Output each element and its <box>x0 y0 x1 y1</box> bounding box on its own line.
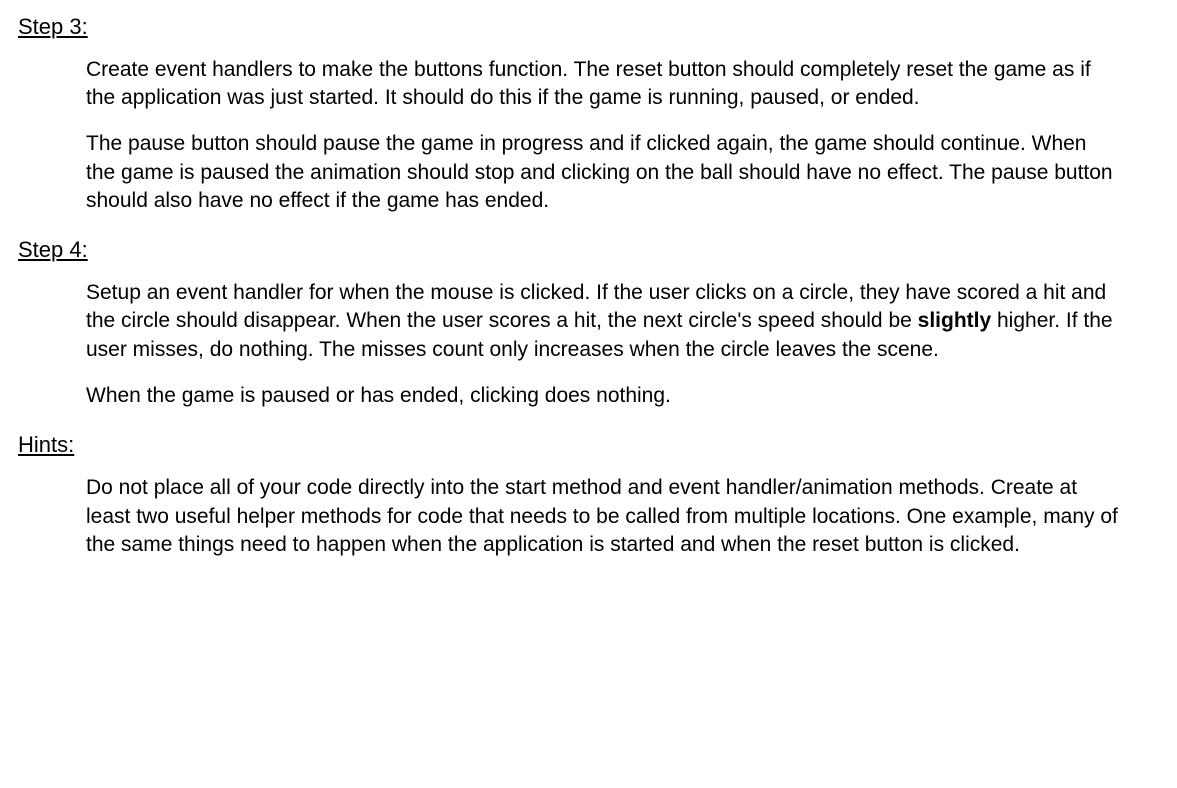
section-heading-hints: Hints: <box>18 430 1159 460</box>
paragraph: Create event handlers to make the button… <box>86 56 1119 113</box>
paragraph: When the game is paused or has ended, cl… <box>86 382 1119 410</box>
text-run: The pause button should pause the game i… <box>86 132 1113 212</box>
text-run: Create event handlers to make the button… <box>86 58 1091 109</box>
paragraph: Setup an event handler for when the mous… <box>86 279 1119 364</box>
section-heading-step3: Step 3: <box>18 12 1159 42</box>
text-run: When the game is paused or has ended, cl… <box>86 384 671 407</box>
text-run: Do not place all of your code directly i… <box>86 476 1118 556</box>
text-run-bold: slightly <box>918 309 992 332</box>
section-heading-step4: Step 4: <box>18 235 1159 265</box>
paragraph: Do not place all of your code directly i… <box>86 474 1119 559</box>
paragraph: The pause button should pause the game i… <box>86 130 1119 215</box>
